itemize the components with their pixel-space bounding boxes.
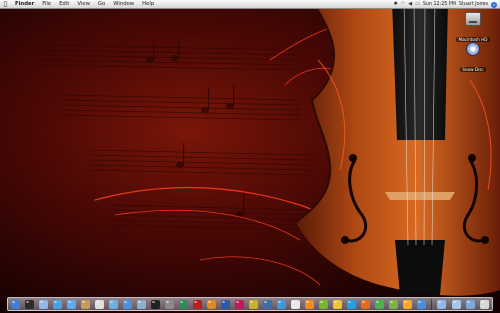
menu-view[interactable]: View (73, 0, 94, 9)
iphoto-icon[interactable] (109, 299, 119, 309)
dashboard-icon[interactable] (25, 299, 35, 309)
dock (7, 297, 493, 311)
ichat-icon[interactable] (67, 299, 77, 309)
textedit-icon[interactable] (291, 299, 301, 309)
address-book-icon[interactable] (81, 299, 91, 309)
downloads-stack-icon[interactable] (465, 299, 475, 309)
menu-go[interactable]: Go (94, 0, 109, 9)
clock[interactable]: Sun 12:25 PM (423, 0, 456, 9)
wifi-icon[interactable]: ◠ (401, 0, 405, 9)
spotlight-icon[interactable]: ⌕ (491, 1, 497, 8)
skype-icon[interactable] (347, 299, 357, 309)
finder-icon[interactable] (11, 299, 20, 309)
quicktime-icon[interactable] (277, 299, 287, 309)
menu-help[interactable]: Help (138, 0, 158, 9)
menu-file[interactable]: File (38, 0, 55, 9)
user-name[interactable]: Stuart Jones (459, 0, 488, 9)
itunes-icon[interactable] (123, 299, 133, 309)
xcode-icon[interactable] (417, 299, 427, 309)
status-area: ✱ ◠ ◀ ▭ Sun 12:25 PM Stuart Jones ⌕ (394, 0, 497, 9)
fireworks-icon[interactable] (249, 299, 259, 309)
apple-icon[interactable]:  (0, 0, 11, 9)
system-preferences-icon[interactable] (165, 299, 175, 309)
desktop-icon-macintosh-hd[interactable]: Macintosh HD (456, 12, 490, 45)
illustrator-icon[interactable] (207, 299, 217, 309)
bluetooth-icon[interactable]: ✱ (394, 0, 398, 9)
vlc-icon[interactable] (305, 299, 315, 309)
disc-icon (466, 42, 480, 56)
adium-icon[interactable] (333, 299, 343, 309)
chrome-icon[interactable] (375, 299, 385, 309)
applications-stack-icon[interactable] (437, 299, 447, 309)
menu-bar:  Finder File Edit View Go Window Help ✱… (0, 0, 500, 9)
desktop-icon-label: Snow Disc (460, 67, 486, 72)
firefox-icon[interactable] (361, 299, 371, 309)
volume-icon[interactable]: ◀ (408, 0, 412, 9)
coda-icon[interactable] (389, 299, 399, 309)
preview-icon[interactable] (137, 299, 147, 309)
safari-icon[interactable] (53, 299, 63, 309)
dreamweaver-icon[interactable] (179, 299, 189, 309)
hard-drive-icon (465, 12, 481, 26)
desktop-icon-snow-disc[interactable]: Snow Disc (456, 42, 490, 75)
trash-icon[interactable] (479, 299, 489, 309)
ical-icon[interactable] (95, 299, 105, 309)
mail-icon[interactable] (39, 299, 49, 309)
utorrent-icon[interactable] (319, 299, 329, 309)
violin-wallpaper (0, 0, 500, 313)
transmit-icon[interactable] (403, 299, 413, 309)
dock-separator (431, 298, 433, 310)
indesign-icon[interactable] (235, 299, 245, 309)
menu-edit[interactable]: Edit (55, 0, 73, 9)
terminal-icon[interactable] (151, 299, 161, 309)
lightroom-icon[interactable] (263, 299, 273, 309)
battery-icon[interactable]: ▭ (415, 0, 420, 9)
documents-stack-icon[interactable] (451, 299, 461, 309)
menu-finder[interactable]: Finder (11, 0, 38, 9)
flash-icon[interactable] (193, 299, 203, 309)
menu-window[interactable]: Window (109, 0, 138, 9)
photoshop-icon[interactable] (221, 299, 231, 309)
